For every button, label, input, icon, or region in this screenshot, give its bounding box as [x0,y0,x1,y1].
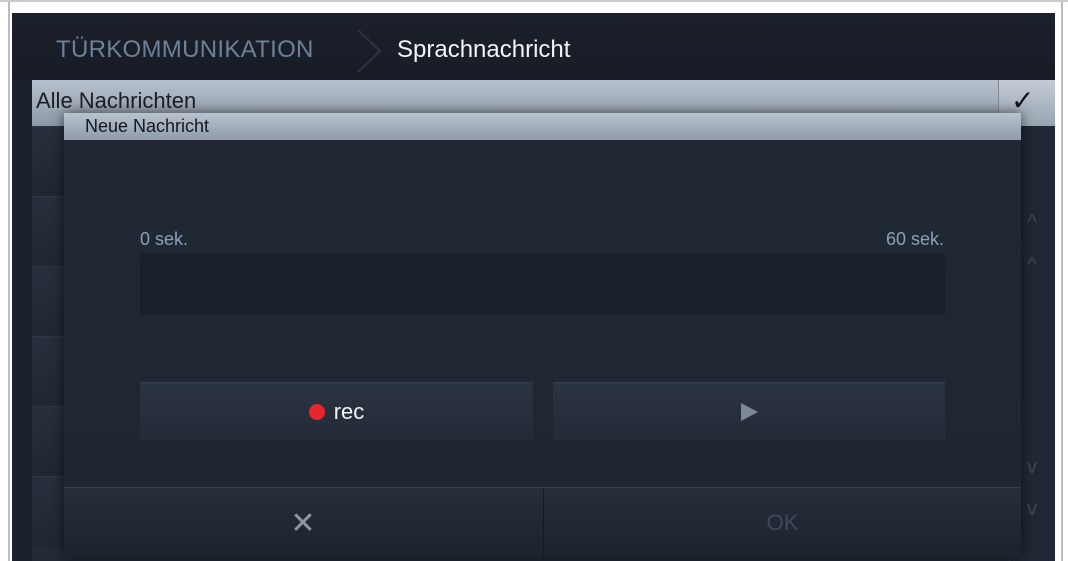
page-up-icon[interactable]: ^ [1020,254,1044,278]
window-frame: TÜRKOMMUNIKATION Sprachnachricht Alle Na… [0,0,1068,561]
record-icon [308,403,325,420]
ok-button[interactable]: OK [543,488,1021,558]
dialog-body: 0 sek. 60 sek. rec [64,140,1021,487]
breadcrumb-root-link[interactable]: TÜRKOMMUNIKATION [56,36,314,64]
breadcrumb-header: TÜRKOMMUNIKATION Sprachnachricht [12,13,1055,80]
play-button[interactable] [553,382,945,440]
page-down-icon[interactable]: v [1020,498,1044,522]
record-button[interactable]: rec [140,382,533,440]
frame-right-border [1061,2,1063,561]
dialog-title: Neue Nachricht [85,116,210,136]
play-icon [740,402,758,421]
list-header-label: Alle Nachrichten [36,88,197,113]
time-start-label: 0 sek. [140,229,189,249]
frame-top-border [0,0,1068,2]
page-title: Sprachnachricht [397,36,571,63]
recording-progress-bar [140,253,945,315]
scroll-down-icon[interactable]: v [1020,456,1044,480]
frame-left-border [8,2,10,561]
new-message-dialog: Neue Nachricht 0 sek. 60 sek. rec ✕ OK [64,113,1021,558]
time-end-label: 60 sek. [885,229,944,249]
record-button-label: rec [333,398,365,424]
cancel-button[interactable]: ✕ [64,488,542,558]
close-icon: ✕ [290,506,316,540]
ok-button-label: OK [766,510,799,535]
dialog-title-bar: Neue Nachricht [64,113,1021,140]
scroll-up-icon[interactable]: ^ [1020,211,1044,235]
dialog-footer: ✕ OK [64,487,1021,558]
breadcrumb-separator-icon [357,29,382,73]
